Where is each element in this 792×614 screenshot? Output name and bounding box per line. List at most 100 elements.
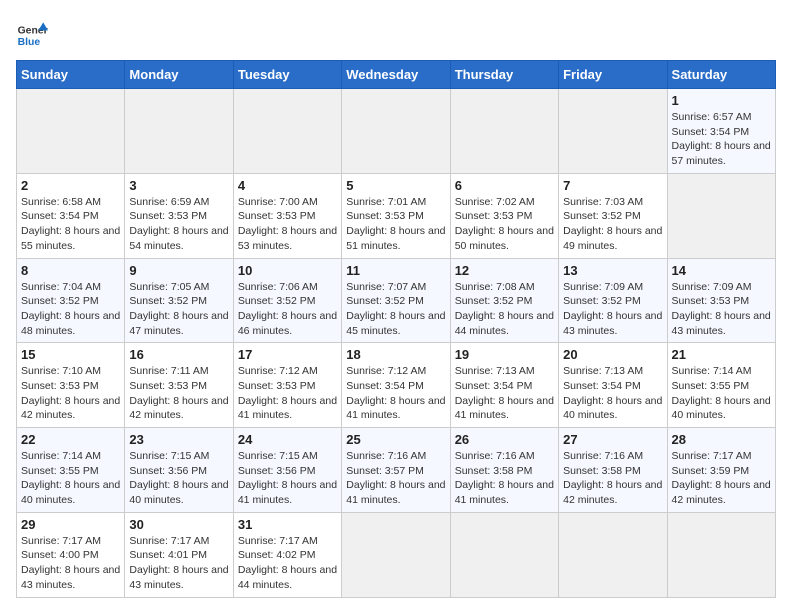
day-number: 3 xyxy=(129,178,228,193)
day-info: Sunrise: 7:12 AMSunset: 3:53 PMDaylight:… xyxy=(238,364,337,423)
day-number: 15 xyxy=(21,347,120,362)
day-info: Sunrise: 7:06 AMSunset: 3:52 PMDaylight:… xyxy=(238,280,337,339)
calendar-day: 6Sunrise: 7:02 AMSunset: 3:53 PMDaylight… xyxy=(450,173,558,258)
calendar-day: 10Sunrise: 7:06 AMSunset: 3:52 PMDayligh… xyxy=(233,258,341,343)
day-info: Sunrise: 7:11 AMSunset: 3:53 PMDaylight:… xyxy=(129,364,228,423)
day-number: 7 xyxy=(563,178,662,193)
calendar-day: 24 Sunrise: 7:15 AMSunset: 3:56 PMDayligh… xyxy=(233,428,341,513)
empty-cell xyxy=(450,89,558,174)
day-info: Sunrise: 7:17 AMSunset: 4:01 PMDaylight:… xyxy=(129,534,228,593)
day-info: Sunrise: 6:59 AMSunset: 3:53 PMDaylight:… xyxy=(129,195,228,254)
day-info: Sunrise: 7:17 AMSunset: 4:00 PMDaylight:… xyxy=(21,534,120,593)
day-info: Sunrise: 7:01 AMSunset: 3:53 PMDaylight:… xyxy=(346,195,445,254)
calendar-day: 11 Sunrise: 7:07 AMSunset: 3:52 PMDayligh… xyxy=(342,258,450,343)
calendar-day: 30Sunrise: 7:17 AMSunset: 4:01 PMDayligh… xyxy=(125,512,233,597)
empty-cell xyxy=(559,89,667,174)
day-number: 14 xyxy=(672,263,771,278)
day-info: Sunrise: 7:10 AMSunset: 3:53 PMDaylight:… xyxy=(21,364,120,423)
day-number: 11 xyxy=(346,263,445,278)
day-info: Sunrise: 7:14 AMSunset: 3:55 PMDaylight:… xyxy=(672,364,771,423)
day-number: 22 xyxy=(21,432,120,447)
day-number: 25 xyxy=(346,432,445,447)
day-info: Sunrise: 7:15 AMSunset: 3:56 PMDaylight:… xyxy=(238,449,337,508)
calendar-day: 22 Sunrise: 7:14 AMSunset: 3:55 PMDayligh… xyxy=(17,428,125,513)
day-info: Sunrise: 7:03 AMSunset: 3:52 PMDaylight:… xyxy=(563,195,662,254)
calendar-day: 29 Sunrise: 7:17 AMSunset: 4:00 PMDayligh… xyxy=(17,512,125,597)
calendar-day: 28Sunrise: 7:17 AMSunset: 3:59 PMDayligh… xyxy=(667,428,775,513)
calendar-day: 25 Sunrise: 7:16 AMSunset: 3:57 PMDayligh… xyxy=(342,428,450,513)
day-number: 9 xyxy=(129,263,228,278)
day-info: Sunrise: 7:08 AMSunset: 3:52 PMDaylight:… xyxy=(455,280,554,339)
day-number: 20 xyxy=(563,347,662,362)
calendar-week-row: 1 Sunrise: 6:57 AMSunset: 3:54 PMDaylight… xyxy=(17,89,776,174)
empty-cell xyxy=(342,512,450,597)
weekday-header-wednesday: Wednesday xyxy=(342,61,450,89)
day-number: 21 xyxy=(672,347,771,362)
empty-cell xyxy=(667,512,775,597)
empty-cell xyxy=(342,89,450,174)
day-number: 24 xyxy=(238,432,337,447)
logo-icon: General Blue xyxy=(16,16,48,48)
day-info: Sunrise: 7:17 AMSunset: 3:59 PMDaylight:… xyxy=(672,449,771,508)
logo: General Blue xyxy=(16,16,48,48)
day-number: 5 xyxy=(346,178,445,193)
day-info: Sunrise: 7:12 AMSunset: 3:54 PMDaylight:… xyxy=(346,364,445,423)
day-number: 16 xyxy=(129,347,228,362)
empty-cell xyxy=(450,512,558,597)
day-info: Sunrise: 7:17 AMSunset: 4:02 PMDaylight:… xyxy=(238,534,337,593)
empty-cell xyxy=(233,89,341,174)
day-info: Sunrise: 7:07 AMSunset: 3:52 PMDaylight:… xyxy=(346,280,445,339)
weekday-header-saturday: Saturday xyxy=(667,61,775,89)
calendar-day: 18 Sunrise: 7:12 AMSunset: 3:54 PMDayligh… xyxy=(342,343,450,428)
weekday-header-tuesday: Tuesday xyxy=(233,61,341,89)
calendar-day: 8Sunrise: 7:04 AMSunset: 3:52 PMDaylight… xyxy=(17,258,125,343)
header-row: SundayMondayTuesdayWednesdayThursdayFrid… xyxy=(17,61,776,89)
calendar-day: 9Sunrise: 7:05 AMSunset: 3:52 PMDaylight… xyxy=(125,258,233,343)
day-number: 6 xyxy=(455,178,554,193)
calendar-day: 3 Sunrise: 6:59 AMSunset: 3:53 PMDaylight… xyxy=(125,173,233,258)
day-info: Sunrise: 7:09 AMSunset: 3:53 PMDaylight:… xyxy=(672,280,771,339)
empty-cell xyxy=(667,173,775,258)
weekday-header-friday: Friday xyxy=(559,61,667,89)
day-number: 2 xyxy=(21,178,120,193)
calendar-day: 26Sunrise: 7:16 AMSunset: 3:58 PMDayligh… xyxy=(450,428,558,513)
calendar-day: 5 Sunrise: 7:01 AMSunset: 3:53 PMDaylight… xyxy=(342,173,450,258)
calendar-day: 16 Sunrise: 7:11 AMSunset: 3:53 PMDayligh… xyxy=(125,343,233,428)
day-info: Sunrise: 7:04 AMSunset: 3:52 PMDaylight:… xyxy=(21,280,120,339)
day-info: Sunrise: 7:13 AMSunset: 3:54 PMDaylight:… xyxy=(455,364,554,423)
calendar-table: SundayMondayTuesdayWednesdayThursdayFrid… xyxy=(16,60,776,598)
page-header: General Blue xyxy=(16,16,776,48)
calendar-week-row: 29 Sunrise: 7:17 AMSunset: 4:00 PMDayligh… xyxy=(17,512,776,597)
calendar-day: 21 Sunrise: 7:14 AMSunset: 3:55 PMDayligh… xyxy=(667,343,775,428)
day-number: 1 xyxy=(672,93,771,108)
day-number: 18 xyxy=(346,347,445,362)
calendar-day: 14 Sunrise: 7:09 AMSunset: 3:53 PMDayligh… xyxy=(667,258,775,343)
calendar-week-row: 22 Sunrise: 7:14 AMSunset: 3:55 PMDayligh… xyxy=(17,428,776,513)
day-info: Sunrise: 6:57 AMSunset: 3:54 PMDaylight:… xyxy=(672,110,771,169)
day-number: 23 xyxy=(129,432,228,447)
calendar-day: 2Sunrise: 6:58 AMSunset: 3:54 PMDaylight… xyxy=(17,173,125,258)
svg-text:Blue: Blue xyxy=(18,37,41,48)
empty-cell xyxy=(17,89,125,174)
calendar-day: 20 Sunrise: 7:13 AMSunset: 3:54 PMDayligh… xyxy=(559,343,667,428)
empty-cell xyxy=(125,89,233,174)
day-info: Sunrise: 7:15 AMSunset: 3:56 PMDaylight:… xyxy=(129,449,228,508)
empty-cell xyxy=(559,512,667,597)
day-info: Sunrise: 7:09 AMSunset: 3:52 PMDaylight:… xyxy=(563,280,662,339)
calendar-day: 4 Sunrise: 7:00 AMSunset: 3:53 PMDaylight… xyxy=(233,173,341,258)
day-number: 4 xyxy=(238,178,337,193)
calendar-day: 7 Sunrise: 7:03 AMSunset: 3:52 PMDaylight… xyxy=(559,173,667,258)
day-info: Sunrise: 7:16 AMSunset: 3:57 PMDaylight:… xyxy=(346,449,445,508)
day-number: 13 xyxy=(563,263,662,278)
calendar-day: 15 Sunrise: 7:10 AMSunset: 3:53 PMDayligh… xyxy=(17,343,125,428)
day-number: 29 xyxy=(21,517,120,532)
day-number: 12 xyxy=(455,263,554,278)
day-info: Sunrise: 7:16 AMSunset: 3:58 PMDaylight:… xyxy=(563,449,662,508)
calendar-day: 31Sunrise: 7:17 AMSunset: 4:02 PMDayligh… xyxy=(233,512,341,597)
calendar-day: 13 Sunrise: 7:09 AMSunset: 3:52 PMDayligh… xyxy=(559,258,667,343)
day-info: Sunrise: 7:13 AMSunset: 3:54 PMDaylight:… xyxy=(563,364,662,423)
calendar-day: 12 Sunrise: 7:08 AMSunset: 3:52 PMDayligh… xyxy=(450,258,558,343)
day-info: Sunrise: 7:00 AMSunset: 3:53 PMDaylight:… xyxy=(238,195,337,254)
day-info: Sunrise: 7:14 AMSunset: 3:55 PMDaylight:… xyxy=(21,449,120,508)
weekday-header-sunday: Sunday xyxy=(17,61,125,89)
